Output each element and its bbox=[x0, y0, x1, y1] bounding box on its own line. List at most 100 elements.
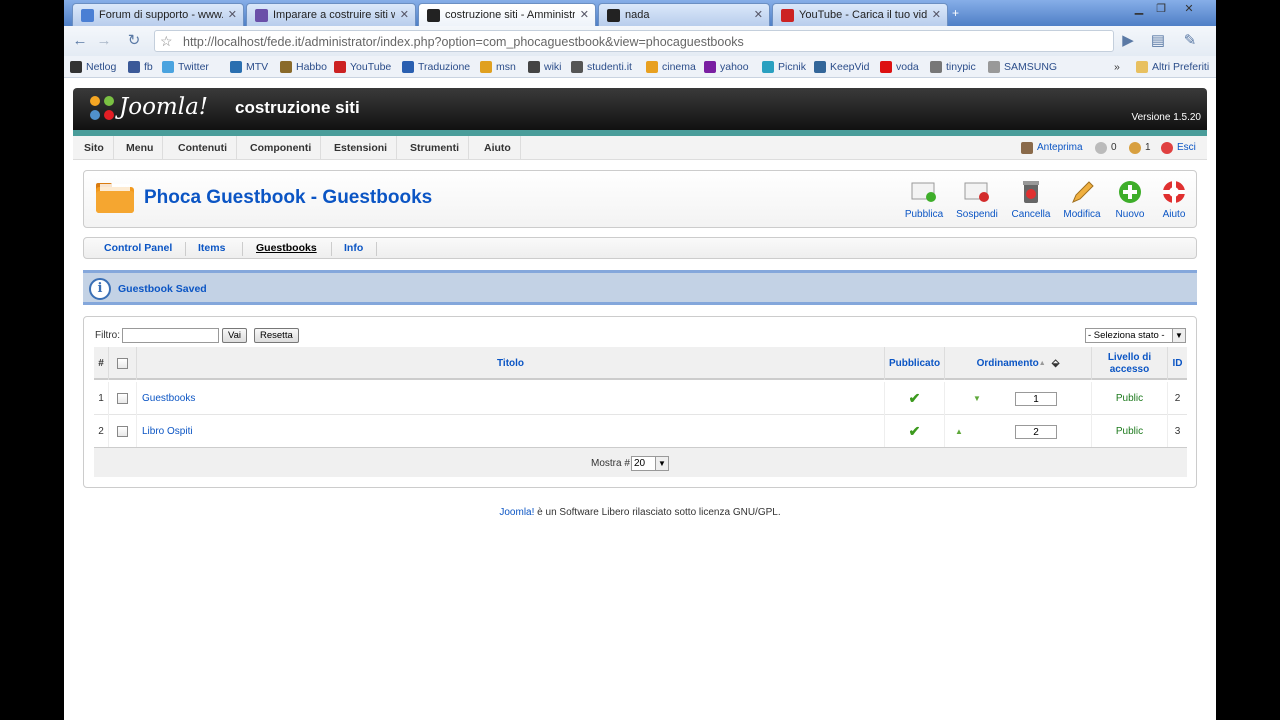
header-ordering[interactable]: Ordinamento bbox=[977, 358, 1039, 370]
menu-item-strumenti[interactable]: Strumenti bbox=[401, 136, 470, 160]
bookmark-item[interactable]: MTV bbox=[230, 59, 268, 75]
header-published[interactable]: Pubblicato bbox=[885, 347, 945, 380]
bookmark-item[interactable]: msn bbox=[480, 59, 516, 75]
system-message: i Guestbook Saved bbox=[83, 270, 1197, 305]
preview-link[interactable]: Anteprima bbox=[1021, 140, 1083, 156]
menu-item-aiuto[interactable]: Aiuto bbox=[475, 136, 521, 160]
chevron-down-icon: ▼ bbox=[1172, 329, 1185, 342]
toolbar-box: Phoca Guestbook - Guestbooks Pubblica So… bbox=[83, 170, 1197, 228]
browser-tab[interactable]: Imparare a costruire siti we... ✕ bbox=[246, 3, 416, 26]
window-close-icon[interactable]: ✕ bbox=[1178, 2, 1200, 18]
bookmark-item[interactable]: YouTube bbox=[334, 59, 391, 75]
unpublish-button[interactable]: Sospendi bbox=[953, 179, 1001, 223]
menu-item-contenuti[interactable]: Contenuti bbox=[169, 136, 237, 160]
bookmark-item[interactable]: Netlog bbox=[70, 59, 116, 75]
bookmark-label: fb bbox=[144, 61, 153, 73]
order-input[interactable] bbox=[1015, 392, 1057, 406]
order-input[interactable] bbox=[1015, 425, 1057, 439]
close-icon[interactable]: ✕ bbox=[932, 8, 941, 21]
new-tab-icon[interactable]: + bbox=[952, 6, 968, 20]
close-icon[interactable]: ✕ bbox=[580, 8, 589, 21]
submenu-item-info[interactable]: Info bbox=[344, 242, 363, 254]
row-checkbox[interactable] bbox=[117, 393, 128, 404]
browser-tab[interactable]: Forum di supporto - www.y... ✕ bbox=[72, 3, 244, 26]
row-title-link[interactable]: Guestbooks bbox=[142, 393, 195, 404]
preview-label: Anteprima bbox=[1037, 142, 1083, 153]
reset-button[interactable]: Resetta bbox=[254, 328, 299, 343]
close-icon[interactable]: ✕ bbox=[754, 8, 763, 21]
back-icon[interactable]: ← bbox=[70, 31, 90, 51]
help-button[interactable]: Aiuto bbox=[1150, 179, 1198, 223]
menu-item-componenti[interactable]: Componenti bbox=[241, 136, 322, 160]
row-checkbox[interactable] bbox=[117, 426, 128, 437]
access-link[interactable]: Public bbox=[1116, 393, 1143, 404]
row-title-link[interactable]: Libro Ospiti bbox=[142, 426, 193, 437]
state-select[interactable]: - Seleziona stato - ▼ bbox=[1085, 328, 1186, 343]
wrench-icon[interactable]: ✎ bbox=[1180, 31, 1200, 51]
bookmark-item[interactable]: Twitter bbox=[162, 59, 209, 75]
menu-item-menu[interactable]: Menu bbox=[117, 136, 164, 160]
submenu-item-guestbooks[interactable]: Guestbooks bbox=[256, 242, 317, 254]
bookmark-item[interactable]: tinypic bbox=[930, 59, 976, 75]
url-input[interactable] bbox=[183, 33, 1103, 50]
access-link[interactable]: Public bbox=[1116, 426, 1143, 437]
header-access[interactable]: Livello di accesso bbox=[1092, 347, 1168, 380]
bookmark-item[interactable]: KeepVid bbox=[814, 59, 870, 75]
bookmarks-overflow-icon[interactable]: » bbox=[1114, 59, 1120, 75]
reload-icon[interactable]: ↻ bbox=[124, 31, 144, 51]
bookmark-item[interactable]: wiki bbox=[528, 59, 562, 75]
save-order-icon[interactable]: ⬙ bbox=[1052, 358, 1060, 370]
star-icon[interactable]: ☆ bbox=[160, 33, 173, 50]
tab-title: YouTube - Carica il tuo video bbox=[799, 9, 927, 21]
edit-button[interactable]: Modifica bbox=[1058, 179, 1106, 223]
submenu-item-control-panel[interactable]: Control Panel bbox=[104, 242, 172, 254]
bookmark-item[interactable]: Habbo bbox=[280, 59, 327, 75]
go-button[interactable]: Vai bbox=[222, 328, 248, 343]
close-icon[interactable]: ✕ bbox=[228, 8, 237, 21]
delete-button[interactable]: Cancella bbox=[1007, 179, 1055, 223]
bookmark-item[interactable]: fb bbox=[128, 59, 153, 75]
browser-tab[interactable]: YouTube - Carica il tuo video ✕ bbox=[772, 3, 948, 26]
menu-item-sito[interactable]: Sito bbox=[75, 136, 114, 160]
bookmark-item[interactable]: SAMSUNG bbox=[988, 59, 1057, 75]
logout-link[interactable]: Esci bbox=[1161, 140, 1196, 156]
filter-input[interactable] bbox=[122, 328, 219, 343]
new-button[interactable]: Nuovo bbox=[1106, 179, 1154, 223]
users-count[interactable]: 1 bbox=[1129, 140, 1151, 156]
header-id[interactable]: ID bbox=[1168, 347, 1187, 380]
bookmark-item[interactable]: yahoo bbox=[704, 59, 749, 75]
bookmark-label: voda bbox=[896, 61, 919, 73]
unpublish-icon bbox=[964, 182, 989, 202]
publish-button[interactable]: Pubblica bbox=[900, 179, 948, 223]
browser-tab[interactable]: nada ✕ bbox=[598, 3, 770, 26]
menu-item-estensioni[interactable]: Estensioni bbox=[325, 136, 398, 160]
bookmark-item[interactable]: Traduzione bbox=[402, 59, 470, 75]
bookmark-label: Picnik bbox=[778, 61, 807, 73]
move-up-icon[interactable]: ▲ bbox=[955, 427, 963, 436]
select-all-checkbox[interactable] bbox=[117, 358, 128, 369]
bookmark-favicon-icon bbox=[162, 61, 174, 73]
other-bookmarks-button[interactable]: Altri Preferiti bbox=[1136, 59, 1209, 75]
address-bar[interactable]: ☆ bbox=[154, 30, 1114, 52]
maximize-icon[interactable]: ❐ bbox=[1150, 2, 1172, 18]
browser-tab-active[interactable]: costruzione siti - Amministr... ✕ bbox=[418, 3, 596, 26]
close-icon[interactable]: ✕ bbox=[400, 8, 409, 21]
submenu-item-items[interactable]: Items bbox=[198, 242, 225, 254]
published-check-icon[interactable]: ✔ bbox=[909, 423, 921, 440]
move-down-icon[interactable]: ▼ bbox=[973, 394, 981, 403]
page-menu-icon[interactable]: ▤ bbox=[1148, 31, 1168, 51]
minimize-icon[interactable]: ▁ bbox=[1128, 2, 1150, 18]
forward-icon[interactable]: → bbox=[94, 31, 114, 51]
joomla-footer-link[interactable]: Joomla! bbox=[499, 507, 534, 518]
table-footer: Mostra # 20 ▼ bbox=[94, 447, 1187, 477]
bookmark-item[interactable]: Picnik bbox=[762, 59, 806, 75]
header-title[interactable]: Titolo bbox=[137, 347, 885, 380]
bookmark-item[interactable]: studenti.it bbox=[571, 59, 632, 75]
display-limit-select[interactable]: 20 ▼ bbox=[631, 456, 669, 471]
messages-count[interactable]: 0 bbox=[1095, 140, 1117, 156]
bookmark-item[interactable]: cinema bbox=[646, 59, 696, 75]
play-icon[interactable]: ▶ bbox=[1118, 31, 1138, 51]
help-label: Aiuto bbox=[1162, 209, 1186, 220]
published-check-icon[interactable]: ✔ bbox=[909, 390, 921, 407]
bookmark-item[interactable]: voda bbox=[880, 59, 919, 75]
